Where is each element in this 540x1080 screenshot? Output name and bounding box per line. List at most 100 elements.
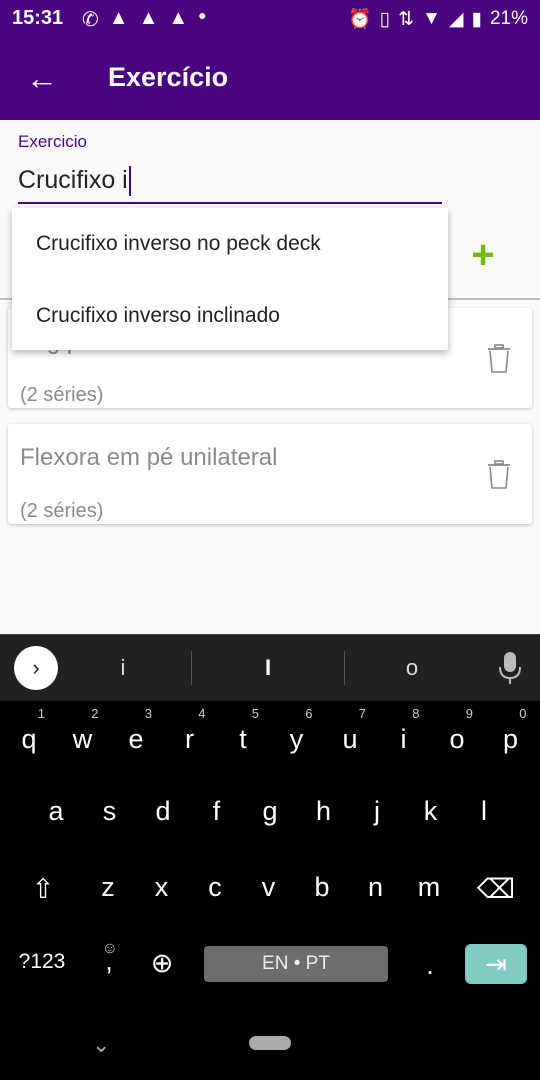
key-number-hint: 5 bbox=[251, 706, 259, 721]
key[interactable]: 4r bbox=[170, 706, 210, 755]
status-time: 15:31 bbox=[12, 7, 64, 29]
back-arrow-icon[interactable]: ← bbox=[26, 58, 66, 98]
key[interactable]: 9o bbox=[437, 706, 477, 755]
signal-icon: ◢ bbox=[448, 8, 464, 30]
suggestion-separator bbox=[344, 651, 345, 685]
period-key[interactable]: . bbox=[418, 950, 442, 981]
key-label: d bbox=[155, 796, 171, 826]
wifi-icon: ▼ bbox=[422, 8, 441, 29]
key[interactable]: 2w bbox=[63, 706, 103, 755]
key[interactable]: x bbox=[142, 872, 182, 903]
key-label: b bbox=[314, 872, 330, 902]
key[interactable]: n bbox=[356, 872, 396, 903]
key-label: a bbox=[48, 796, 64, 826]
warning-icon: ▲ bbox=[108, 7, 129, 29]
autocomplete-option[interactable]: Crucifixo inverso inclinado bbox=[36, 304, 280, 328]
key[interactable]: h bbox=[304, 796, 344, 827]
shift-key-icon[interactable]: ⇧ bbox=[26, 874, 60, 905]
key-number-hint: 2 bbox=[91, 706, 99, 721]
key-label: s bbox=[102, 796, 117, 826]
key-number-hint: 8 bbox=[412, 706, 420, 721]
soft-keyboard: › i I o 1q2w3e4r5t6y7u8i9o0p asdfghjkl z… bbox=[0, 634, 540, 1080]
key-label: t bbox=[239, 724, 247, 754]
key-number-hint: 6 bbox=[305, 706, 313, 721]
enter-next-icon[interactable]: ⇥ bbox=[465, 944, 527, 984]
notification-icons: ✆ ▲ ▲ ▲ ● bbox=[82, 7, 207, 32]
key[interactable]: f bbox=[197, 796, 237, 827]
key[interactable]: a bbox=[36, 796, 76, 827]
globe-icon[interactable]: ⊕ bbox=[145, 948, 179, 979]
key-label: z bbox=[101, 872, 115, 902]
exercise-input[interactable]: Crucifixo i bbox=[18, 166, 442, 204]
vibrate-icon: ▯ bbox=[379, 8, 391, 30]
app-bar: ← Exercício bbox=[0, 38, 540, 120]
warning-icon: ▲ bbox=[168, 7, 189, 29]
key[interactable]: z bbox=[88, 872, 128, 903]
key-label: g bbox=[262, 796, 278, 826]
trash-icon[interactable] bbox=[486, 344, 512, 374]
key-label: u bbox=[342, 724, 358, 754]
key[interactable]: 1q bbox=[9, 706, 49, 755]
key-label: y bbox=[289, 724, 304, 754]
key-label: k bbox=[423, 796, 438, 826]
key[interactable]: v bbox=[249, 872, 289, 903]
key-number-hint: 1 bbox=[37, 706, 45, 721]
key[interactable]: l bbox=[464, 796, 504, 827]
space-bar[interactable]: EN • PT bbox=[204, 946, 388, 982]
battery-icon: ▮ bbox=[471, 8, 482, 30]
symbols-key[interactable]: ?123 bbox=[12, 950, 72, 974]
data-arrows-icon: ⇅ bbox=[398, 8, 415, 30]
suggestion[interactable]: o bbox=[372, 655, 452, 681]
exercise-card[interactable]: Flexora em pé unilateral (2 séries) bbox=[8, 424, 532, 524]
warning-icon: ▲ bbox=[138, 7, 159, 29]
key[interactable]: 7u bbox=[330, 706, 370, 755]
battery-percent: 21% bbox=[489, 8, 528, 29]
exercise-card-subtitle: (2 séries) bbox=[20, 500, 104, 522]
exercise-input-value: Crucifixo i bbox=[18, 166, 128, 194]
key[interactable]: g bbox=[250, 796, 290, 827]
suggestion[interactable]: I bbox=[228, 655, 308, 681]
dot-icon: ● bbox=[198, 7, 207, 23]
home-pill[interactable] bbox=[249, 1036, 291, 1050]
suggestion[interactable]: i bbox=[83, 655, 163, 681]
key-label: p bbox=[502, 724, 519, 754]
key[interactable]: k bbox=[411, 796, 451, 827]
add-exercise-icon[interactable]: + bbox=[466, 235, 500, 275]
key[interactable]: c bbox=[195, 872, 235, 903]
key-number-hint: 0 bbox=[519, 706, 527, 721]
key-number-hint: 4 bbox=[198, 706, 206, 721]
key[interactable]: 6y bbox=[277, 706, 317, 755]
key[interactable]: s bbox=[90, 796, 130, 827]
key-label: n bbox=[367, 872, 384, 902]
key-label: r bbox=[185, 724, 194, 754]
key[interactable]: d bbox=[143, 796, 183, 827]
trash-icon[interactable] bbox=[486, 460, 512, 490]
key-label: v bbox=[261, 872, 276, 902]
key-number-hint: 9 bbox=[465, 706, 473, 721]
chevron-down-icon[interactable]: ⌄ bbox=[92, 1032, 110, 1058]
exercise-card-subtitle: (2 séries) bbox=[20, 384, 104, 406]
exercise-field-label: Exercicio bbox=[18, 132, 87, 151]
key-number-hint: 7 bbox=[358, 706, 366, 721]
key[interactable]: b bbox=[302, 872, 342, 903]
microphone-icon[interactable] bbox=[498, 651, 522, 685]
key-label: x bbox=[154, 872, 169, 902]
key-label: q bbox=[21, 724, 37, 754]
key[interactable]: 5t bbox=[223, 706, 263, 755]
autocomplete-option[interactable]: Crucifixo inverso no peck deck bbox=[36, 232, 321, 256]
exercise-card-title: Flexora em pé unilateral bbox=[20, 444, 278, 471]
chevron-right-icon[interactable]: › bbox=[14, 646, 58, 690]
backspace-key-icon[interactable]: ⌫ bbox=[474, 874, 518, 905]
key[interactable]: m bbox=[409, 872, 449, 903]
comma-emoji-key[interactable]: ☺ , bbox=[96, 940, 122, 977]
key[interactable]: j bbox=[357, 796, 397, 827]
key-label: j bbox=[374, 796, 380, 826]
key-number-hint: 3 bbox=[144, 706, 152, 721]
key-label: i bbox=[400, 724, 407, 754]
key[interactable]: 8i bbox=[384, 706, 424, 755]
key[interactable]: 0p bbox=[491, 706, 531, 755]
page-title: Exercício bbox=[108, 62, 229, 92]
whatsapp-icon: ✆ bbox=[82, 9, 99, 31]
key-label: w bbox=[72, 724, 93, 754]
key[interactable]: 3e bbox=[116, 706, 156, 755]
